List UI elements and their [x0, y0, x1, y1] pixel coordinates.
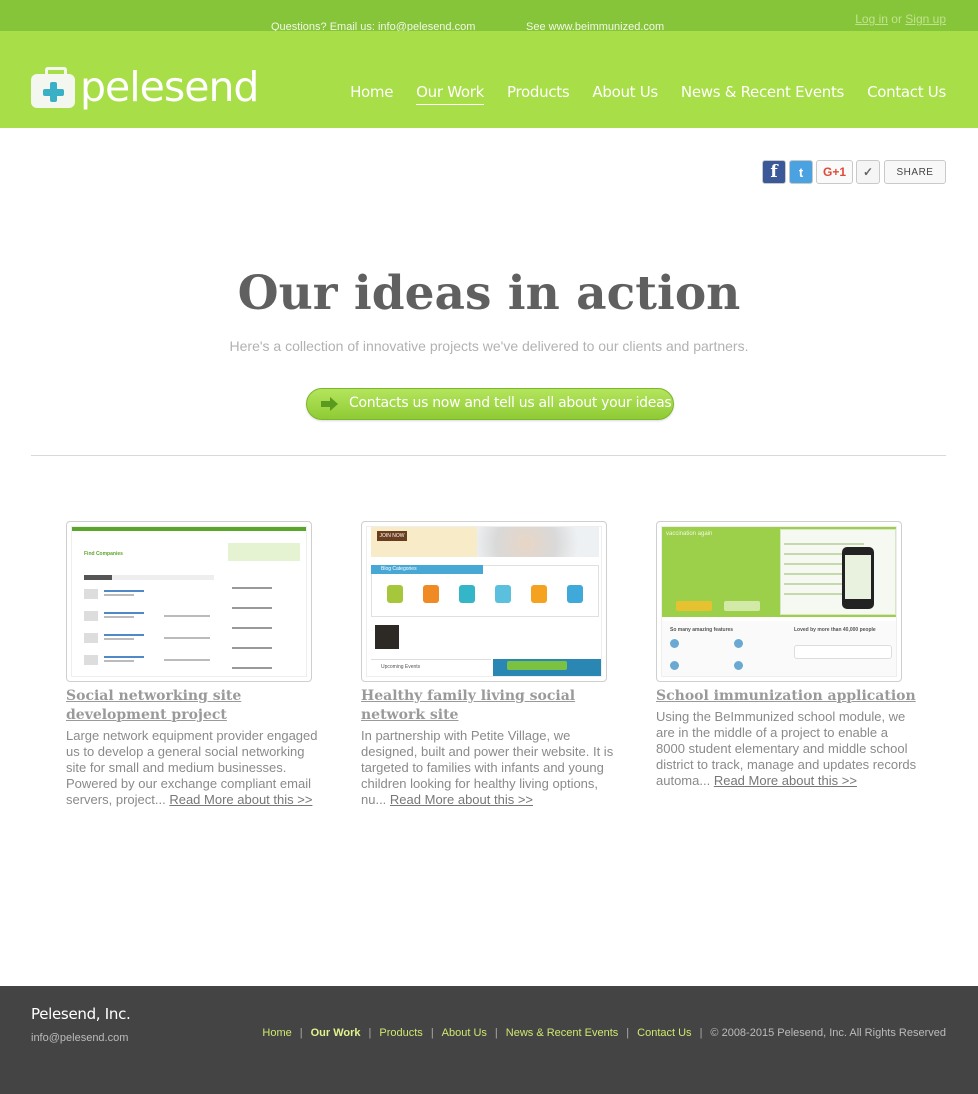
- facebook-icon[interactable]: f: [762, 160, 786, 184]
- site-footer: Pelesend, Inc. info@pelesend.com Home | …: [0, 986, 978, 1094]
- project-card: JOIN NOW Blog Categories Upcoming Events…: [361, 521, 623, 808]
- social-network-screenshot: Find Companies: [71, 526, 307, 677]
- project-description: In partnership with Petite Village, we d…: [361, 728, 623, 808]
- project-title-link[interactable]: School immunization application: [656, 687, 918, 706]
- screenshot-loved: Loved by more than 40,000 people: [794, 627, 876, 633]
- brand-name: pelesend: [80, 63, 259, 111]
- project-thumbnail[interactable]: Find Companies: [66, 521, 312, 682]
- auth-or-text: or: [891, 12, 902, 26]
- screenshot-category-bar: Blog Categories: [371, 565, 483, 574]
- project-card: Find Companies Social networking site de…: [66, 521, 328, 808]
- share-bar: f t G+1 ✓ SHARE: [762, 160, 946, 184]
- footer-nav: Home | Our Work | Products | About Us | …: [262, 1027, 946, 1039]
- family-living-screenshot: JOIN NOW Blog Categories Upcoming Events: [366, 526, 602, 677]
- nav-our-work[interactable]: Our Work: [416, 83, 484, 105]
- footer-link-news-events[interactable]: News & Recent Events: [506, 1027, 619, 1039]
- screenshot-heading: Find Companies: [84, 551, 123, 557]
- nav-products[interactable]: Products: [507, 83, 570, 105]
- top-strip: Questions? Email us: info@pelesend.com S…: [0, 0, 978, 33]
- site-header: pelesend Home Our Work Products About Us…: [0, 31, 978, 128]
- immunization-app-screenshot: vaccination again So many amazing featur…: [661, 526, 897, 677]
- project-description: Using the BeImmunized school module, we …: [656, 709, 918, 789]
- project-thumbnail[interactable]: vaccination again So many amazing featur…: [656, 521, 902, 682]
- auth-links: Log in or Sign up: [855, 12, 946, 26]
- read-more-link[interactable]: Read More about this >>: [169, 792, 312, 807]
- project-card: vaccination again So many amazing featur…: [656, 521, 918, 789]
- project-title-link[interactable]: Healthy family living social network sit…: [361, 687, 623, 725]
- footer-company-name: Pelesend, Inc.: [31, 1005, 131, 1023]
- footer-link-our-work[interactable]: Our Work: [311, 1027, 361, 1039]
- read-more-link[interactable]: Read More about this >>: [390, 792, 533, 807]
- footer-link-contact-us[interactable]: Contact Us: [637, 1027, 691, 1039]
- signup-link[interactable]: Sign up: [905, 12, 946, 26]
- nav-home[interactable]: Home: [350, 83, 393, 105]
- site-logo[interactable]: pelesend: [31, 63, 271, 119]
- medical-kit-icon: [31, 67, 75, 108]
- footer-link-home[interactable]: Home: [262, 1027, 291, 1039]
- nav-contact-us[interactable]: Contact Us: [867, 83, 946, 105]
- footer-link-products[interactable]: Products: [379, 1027, 422, 1039]
- nav-about-us[interactable]: About Us: [592, 83, 658, 105]
- main-nav: Home Our Work Products About Us News & R…: [350, 83, 946, 105]
- footer-email[interactable]: info@pelesend.com: [31, 1032, 128, 1044]
- project-thumbnail[interactable]: JOIN NOW Blog Categories Upcoming Events: [361, 521, 607, 682]
- copyright-text: © 2008-2015 Pelesend, Inc. All Rights Re…: [710, 1027, 946, 1039]
- screenshot-headline: vaccination again: [666, 531, 713, 537]
- project-description: Large network equipment provider engaged…: [66, 728, 328, 808]
- login-link[interactable]: Log in: [855, 12, 888, 26]
- screenshot-join-badge: JOIN NOW: [377, 531, 407, 541]
- footer-link-about-us[interactable]: About Us: [442, 1027, 487, 1039]
- project-title-link[interactable]: Social networking site development proje…: [66, 687, 328, 725]
- share-button[interactable]: SHARE: [884, 160, 946, 184]
- read-more-link[interactable]: Read More about this >>: [714, 773, 857, 788]
- page-title: Our ideas in action: [237, 266, 741, 321]
- section-divider: [31, 455, 946, 456]
- screenshot-features: So many amazing features: [670, 627, 734, 633]
- page-subtitle: Here's a collection of innovative projec…: [229, 338, 749, 354]
- cta-label: Contacts us now and tell us all about yo…: [349, 395, 672, 411]
- twitter-icon[interactable]: t: [789, 160, 813, 184]
- google-plus-button[interactable]: G+1: [816, 160, 853, 184]
- arrow-right-icon: [321, 397, 338, 411]
- nav-news-events[interactable]: News & Recent Events: [681, 83, 844, 105]
- screenshot-events: Upcoming Events: [371, 659, 491, 676]
- contact-cta-button[interactable]: Contacts us now and tell us all about yo…: [306, 388, 674, 420]
- email-share-icon[interactable]: ✓: [856, 160, 880, 184]
